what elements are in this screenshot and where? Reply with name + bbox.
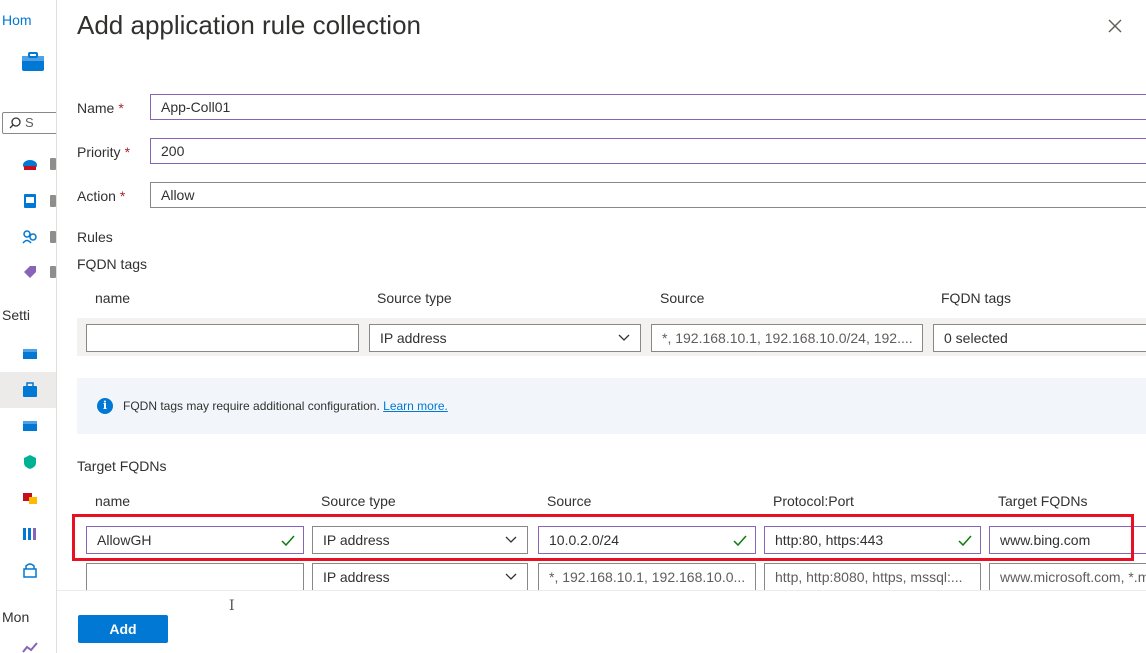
- menu-search-input[interactable]: S: [2, 112, 56, 134]
- action-dropdown[interactable]: Allow: [150, 182, 1146, 208]
- target-row-2-source-type-dropdown[interactable]: IP address: [312, 563, 528, 591]
- source-type-value: IP address: [323, 569, 390, 585]
- search-icon: [9, 117, 21, 129]
- rules-label: Rules: [77, 229, 113, 245]
- chevron-down-icon: [505, 573, 517, 580]
- source-type-value: IP address: [380, 330, 447, 346]
- access-control-icon: [22, 230, 37, 244]
- column-header-source: Source: [660, 290, 705, 306]
- column-header-source-type: Source type: [321, 493, 396, 509]
- breadcrumb-home[interactable]: Hom: [2, 12, 32, 28]
- menu-item-4-truncated[interactable]: [50, 266, 56, 278]
- background-blade: Hom S Setti Mon: [0, 0, 57, 653]
- priority-label: Priority *: [77, 144, 131, 160]
- name-input[interactable]: App-Coll01: [150, 94, 1146, 120]
- threat-intel-icon: [24, 455, 36, 469]
- info-message-bar: i FQDN tags may require additional confi…: [77, 378, 1146, 434]
- column-header-name: name: [95, 493, 131, 509]
- metrics-icon: [22, 642, 38, 653]
- properties-icon: [23, 528, 36, 540]
- lock-icon: [23, 563, 37, 578]
- fqdn-row-source-type-dropdown[interactable]: IP address: [369, 324, 641, 352]
- rules-icon: [23, 382, 37, 397]
- info-icon: i: [97, 398, 113, 414]
- pane-title: Add application rule collection: [77, 10, 421, 40]
- fqdn-row-name-input[interactable]: [86, 324, 359, 352]
- target-fqdns-section-label: Target FQDNs: [77, 458, 167, 474]
- highlight-annotation: [72, 514, 1134, 561]
- required-indicator: *: [118, 100, 124, 116]
- tls-icon: [23, 493, 37, 504]
- column-header-target-fqdns: Target FQDNs: [998, 493, 1088, 509]
- name-label: Name *: [77, 100, 124, 116]
- column-header-protocol-port: Protocol:Port: [773, 493, 854, 509]
- menu-item-2-truncated[interactable]: [50, 195, 56, 207]
- target-row-2-target-fqdns-input[interactable]: www.microsoft.com, *.m: [989, 563, 1146, 591]
- menu-item-1-truncated[interactable]: [50, 158, 56, 170]
- fqdn-tags-dropdown[interactable]: 0 selected: [933, 324, 1146, 352]
- settings-section-label: Setti: [2, 307, 31, 323]
- monitoring-section-label: Mon: [2, 609, 30, 625]
- rule-collection-icon: [23, 421, 37, 431]
- column-header-fqdn-tags: FQDN tags: [941, 290, 1012, 306]
- add-button[interactable]: Add: [78, 615, 168, 643]
- target-row-2-protocol-port-input[interactable]: http, http:8080, https, mssql:...: [764, 563, 981, 591]
- close-icon[interactable]: [1103, 14, 1127, 38]
- required-indicator: *: [124, 144, 131, 160]
- dns-icon: [23, 349, 37, 359]
- tags-icon: [24, 266, 36, 278]
- chevron-down-icon: [618, 334, 630, 341]
- priority-input[interactable]: 200: [150, 138, 1146, 164]
- text-cursor-icon: I: [229, 598, 235, 614]
- target-row-2-name-input[interactable]: [86, 563, 304, 591]
- footer-divider: [57, 590, 1146, 591]
- required-indicator: *: [119, 188, 126, 204]
- add-application-rule-collection-pane: Add application rule collection Name * Ap…: [57, 0, 1146, 653]
- action-label: Action *: [77, 188, 126, 204]
- activity-log-icon: [24, 194, 36, 208]
- firewall-policy-icon: [22, 52, 44, 71]
- column-header-source-type: Source type: [377, 290, 452, 306]
- column-header-name: name: [95, 290, 131, 306]
- overview-icon: [23, 160, 37, 170]
- info-text: FQDN tags may require additional configu…: [123, 399, 448, 413]
- fqdn-tags-section-label: FQDN tags: [77, 256, 148, 272]
- fqdn-row-source-input[interactable]: *, 192.168.10.1, 192.168.10.0/24, 192...…: [651, 324, 923, 352]
- menu-item-3-truncated[interactable]: [50, 231, 56, 243]
- learn-more-link[interactable]: Learn more.: [383, 399, 448, 413]
- menu-search-placeholder: S: [25, 115, 34, 130]
- column-header-source: Source: [547, 493, 592, 509]
- target-row-2-source-input[interactable]: *, 192.168.10.1, 192.168.10.0...: [538, 563, 756, 591]
